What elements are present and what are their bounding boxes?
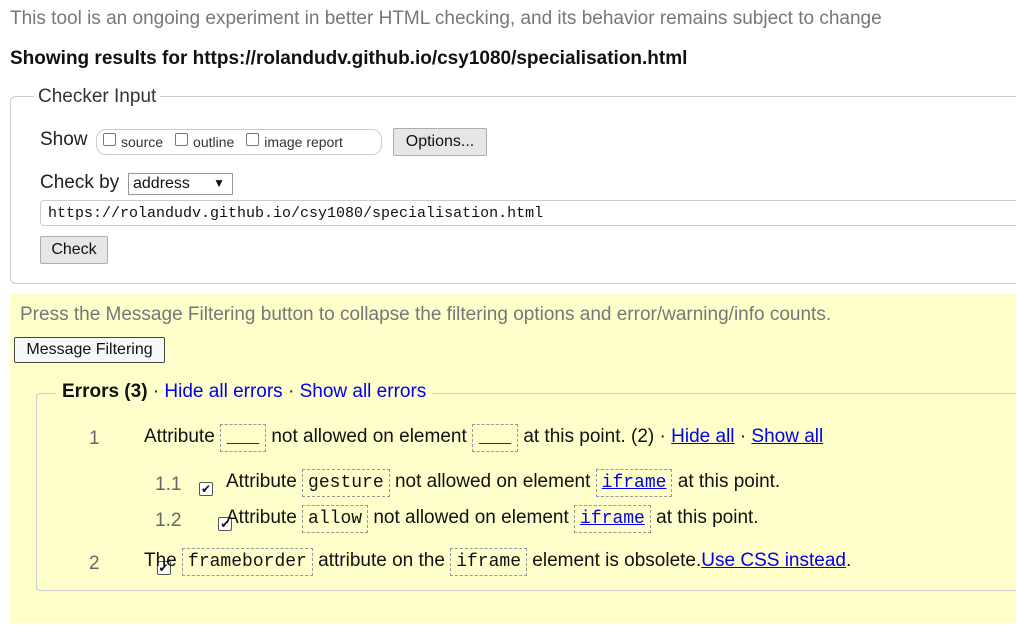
use-css-link[interactable]: Use CSS instead: [701, 550, 846, 571]
check-by-label: Check by: [40, 172, 120, 193]
errors-legend: Errors (3) · Hide all errors · Show all …: [56, 381, 433, 403]
error-group-row: Attribute ___ not allowed on element ___…: [144, 424, 823, 452]
error-row: Attribute gesture not allowed on element…: [226, 469, 780, 497]
error-number: 1.2: [155, 510, 182, 531]
source-label: source: [121, 134, 164, 150]
error-text: The: [144, 550, 177, 571]
show-label: Show: [40, 129, 88, 150]
error-text: at this point.: [677, 471, 781, 492]
element-link[interactable]: iframe: [574, 505, 651, 533]
error-row: Attribute allow not allowed on element i…: [226, 505, 759, 533]
filtering-notice: Press the Message Filtering button to co…: [20, 304, 832, 325]
attribute-code: frameborder: [182, 548, 313, 576]
url-input[interactable]: https://rolandudv.github.io/csy1080/spec…: [40, 200, 1016, 226]
error-text: Attribute: [226, 471, 297, 492]
hide-all-link[interactable]: Hide all: [671, 426, 734, 447]
outline-label: outline: [193, 134, 235, 150]
results-heading: Showing results for https://rolandudv.gi…: [10, 48, 688, 69]
element-code: iframe: [450, 548, 527, 576]
outline-checkbox[interactable]: [175, 132, 189, 146]
message-filtering-button[interactable]: Message Filtering: [14, 337, 165, 363]
options-button[interactable]: Options...: [393, 128, 487, 156]
error-text: Attribute: [226, 507, 297, 528]
attribute-code: gesture: [302, 469, 390, 497]
error-text: not allowed on element: [271, 426, 467, 447]
error-text: Attribute: [144, 426, 215, 447]
check-button[interactable]: Check: [40, 236, 108, 264]
element-placeholder: ___: [472, 424, 519, 452]
separator: ·: [659, 426, 666, 447]
error-row: The frameborder attribute on the iframe …: [144, 548, 851, 576]
separator: ·: [152, 381, 160, 402]
option-outline[interactable]: outline: [175, 132, 235, 150]
check-by-value: address: [133, 175, 190, 192]
intro-text: This tool is an ongoing experiment in be…: [10, 8, 882, 29]
source-checkbox[interactable]: [103, 132, 116, 146]
check-by-select[interactable]: address ▼: [128, 173, 233, 195]
error-text: at this point.: [656, 507, 759, 528]
error-text: .: [845, 550, 852, 571]
error-number: 1: [89, 428, 100, 449]
attribute-placeholder: ___: [220, 424, 267, 452]
image-report-checkbox[interactable]: [246, 132, 260, 146]
separator: ·: [739, 426, 747, 447]
show-options-group: source outline image report: [96, 129, 382, 155]
option-source[interactable]: source: [103, 132, 164, 150]
hide-all-errors-link[interactable]: Hide all errors: [164, 381, 282, 402]
error-text: not allowed on element: [394, 471, 591, 492]
separator: ·: [287, 381, 295, 402]
element-link[interactable]: iframe: [595, 469, 673, 497]
show-all-link[interactable]: Show all: [751, 426, 823, 447]
option-image-report[interactable]: image report: [246, 132, 343, 150]
show-all-errors-link[interactable]: Show all errors: [300, 381, 427, 402]
error-number: 1.1: [155, 474, 182, 495]
error-text: not allowed on element: [373, 507, 569, 528]
error-number: 2: [89, 553, 100, 574]
attribute-code: allow: [302, 505, 369, 533]
error-text: attribute on the: [318, 550, 445, 571]
image-report-label: image report: [264, 134, 343, 150]
dropdown-arrow-icon: ▼: [213, 176, 225, 190]
errors-title: Errors (3): [62, 381, 148, 402]
error-checkbox[interactable]: ✔: [199, 482, 213, 496]
error-text: at this point. (2): [523, 426, 655, 447]
error-text: element is obsolete.: [532, 550, 702, 571]
checker-input-legend: Checker Input: [34, 86, 161, 108]
